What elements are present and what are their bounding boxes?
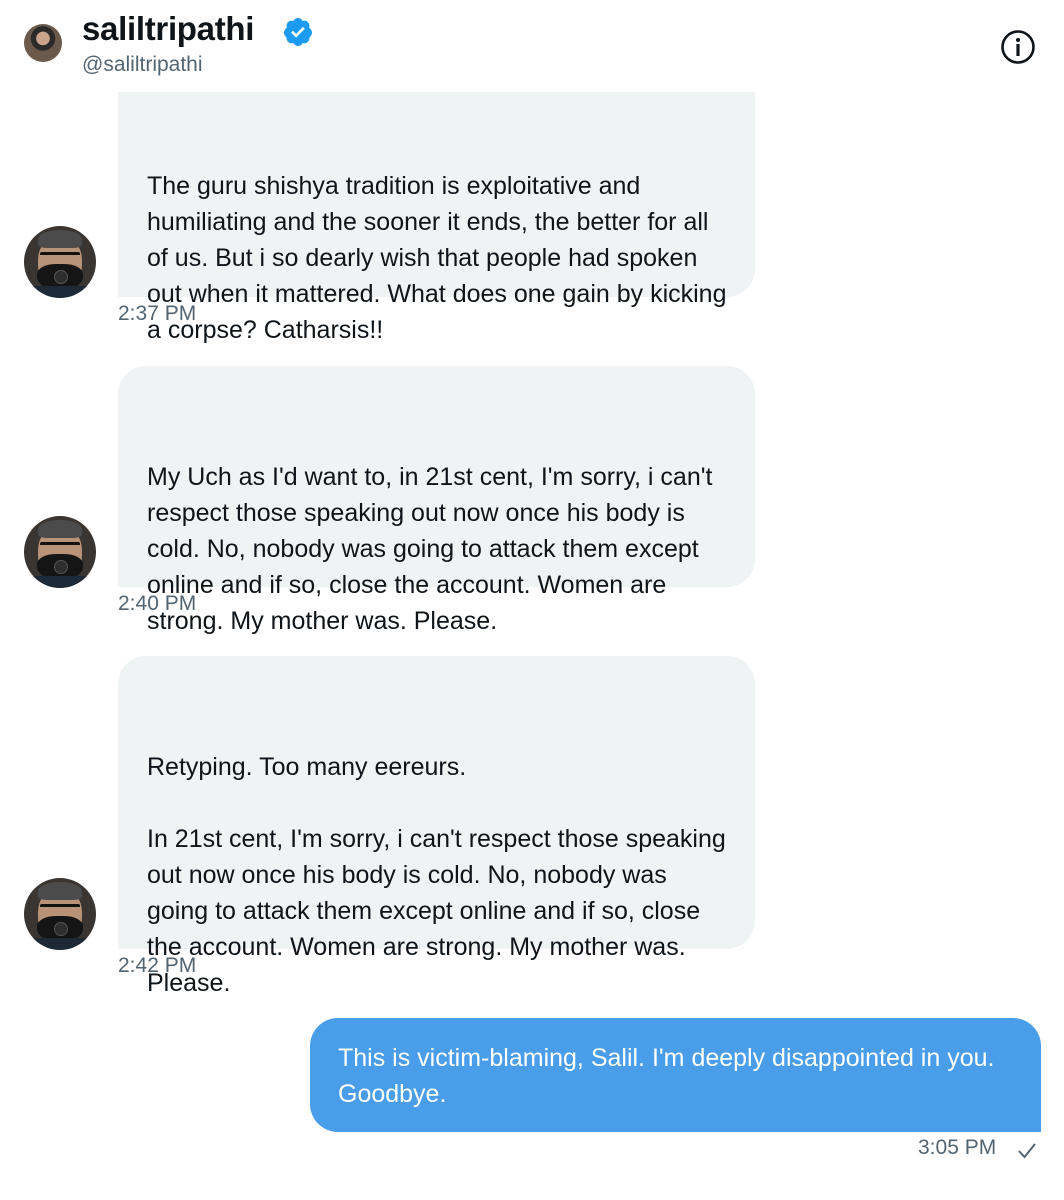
message-time: 2:37 PM <box>118 302 197 325</box>
sender-avatar[interactable] <box>24 226 96 298</box>
sender-avatar[interactable] <box>24 878 96 950</box>
sender-avatar[interactable] <box>24 516 96 588</box>
message-text: Retyping. Too many eereurs. In 21st cent… <box>147 753 726 997</box>
message-time: 2:42 PM <box>118 954 197 977</box>
message-bubble[interactable]: The guru shishya tradition is exploitati… <box>118 92 755 344</box>
sent-message-time: 3:05 PM <box>918 1136 997 1159</box>
info-icon[interactable] <box>999 28 1037 66</box>
message-bubble[interactable]: My Uch as I'd want to, in 21st cent, I'm… <box>118 366 755 635</box>
message-text: The guru shishya tradition is exploitati… <box>147 172 734 344</box>
verified-badge-icon <box>283 18 312 46</box>
conversation-header: saliltripathi @saliltripathi <box>0 0 1064 92</box>
header-avatar[interactable] <box>24 24 62 62</box>
message-bubble[interactable]: Retyping. Too many eereurs. In 21st cent… <box>118 656 755 997</box>
message-text: My Uch as I'd want to, in 21st cent, I'm… <box>147 463 720 635</box>
sent-message-bubble[interactable]: This is victim-blaming, Salil. I'm deepl… <box>310 1018 1041 1132</box>
check-icon <box>1018 1143 1036 1159</box>
header-handle: @saliltripathi <box>82 53 203 76</box>
header-name[interactable]: saliltripathi <box>82 10 254 48</box>
sent-message-text: This is victim-blaming, Salil. I'm deepl… <box>338 1044 995 1108</box>
message-time: 2:40 PM <box>118 592 197 615</box>
